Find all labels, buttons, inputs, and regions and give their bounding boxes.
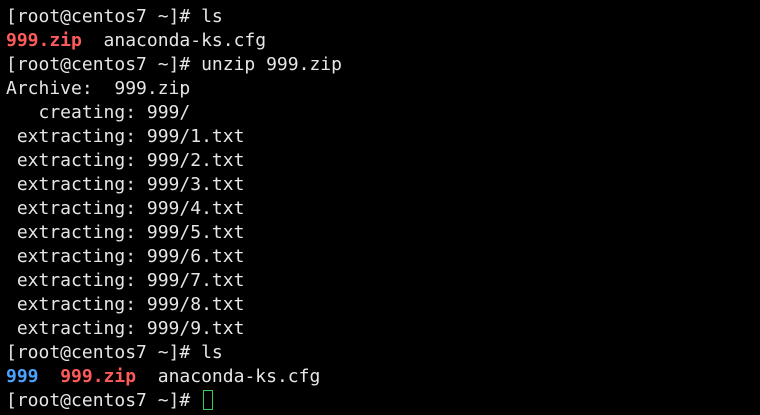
terminal-line-9: extracting: 999/4.txt: [6, 198, 245, 219]
terminal-line-16: 999 999.zip anaconda-ks.cfg: [6, 365, 760, 389]
terminal-line-4: Archive: 999.zip: [6, 78, 191, 99]
terminal-line-1: [root@centos7 ~]# ls: [6, 5, 760, 29]
terminal-line-14: extracting: 999/9.txt: [6, 318, 245, 339]
terminal-line-11: extracting: 999/6.txt: [6, 246, 245, 267]
terminal-line-2: 999.zip anaconda-ks.cfg: [6, 29, 760, 53]
terminal-line-13: extracting: 999/8.txt: [6, 294, 245, 315]
shell-prompt: [root@centos7 ~]#: [6, 6, 202, 27]
command-text: unzip 999.zip: [201, 54, 342, 75]
shell-prompt: [root@centos7 ~]#: [6, 342, 202, 363]
shell-prompt: [root@centos7 ~]#: [6, 390, 202, 411]
terminal-line-8: extracting: 999/3.txt: [6, 174, 245, 195]
command-text: ls: [201, 342, 223, 363]
terminal-line-6: extracting: 999/1.txt: [6, 126, 245, 147]
file-anaconda-ks-cfg: anaconda-ks.cfg: [103, 30, 267, 51]
archive-file-999-zip: 999.zip: [60, 366, 137, 387]
terminal-line-12: extracting: 999/7.txt: [6, 270, 245, 291]
file-anaconda-ks-cfg: anaconda-ks.cfg: [157, 366, 321, 387]
terminal-line-3: [root@centos7 ~]# unzip 999.zip: [6, 53, 760, 77]
terminal-line-15: [root@centos7 ~]# ls: [6, 341, 760, 365]
terminal-line-5: creating: 999/: [6, 102, 191, 123]
terminal-window[interactable]: [root@centos7 ~]# ls 999.zip anaconda-ks…: [0, 0, 760, 415]
shell-prompt: [root@centos7 ~]#: [6, 54, 202, 75]
text-cursor-icon[interactable]: [203, 390, 214, 410]
terminal-line-7: extracting: 999/2.txt: [6, 150, 245, 171]
terminal-line-17[interactable]: [root@centos7 ~]#: [6, 389, 760, 413]
directory-999: 999: [6, 366, 39, 387]
command-text: ls: [201, 6, 223, 27]
terminal-line-10: extracting: 999/5.txt: [6, 222, 245, 243]
archive-file-999-zip: 999.zip: [6, 30, 82, 51]
